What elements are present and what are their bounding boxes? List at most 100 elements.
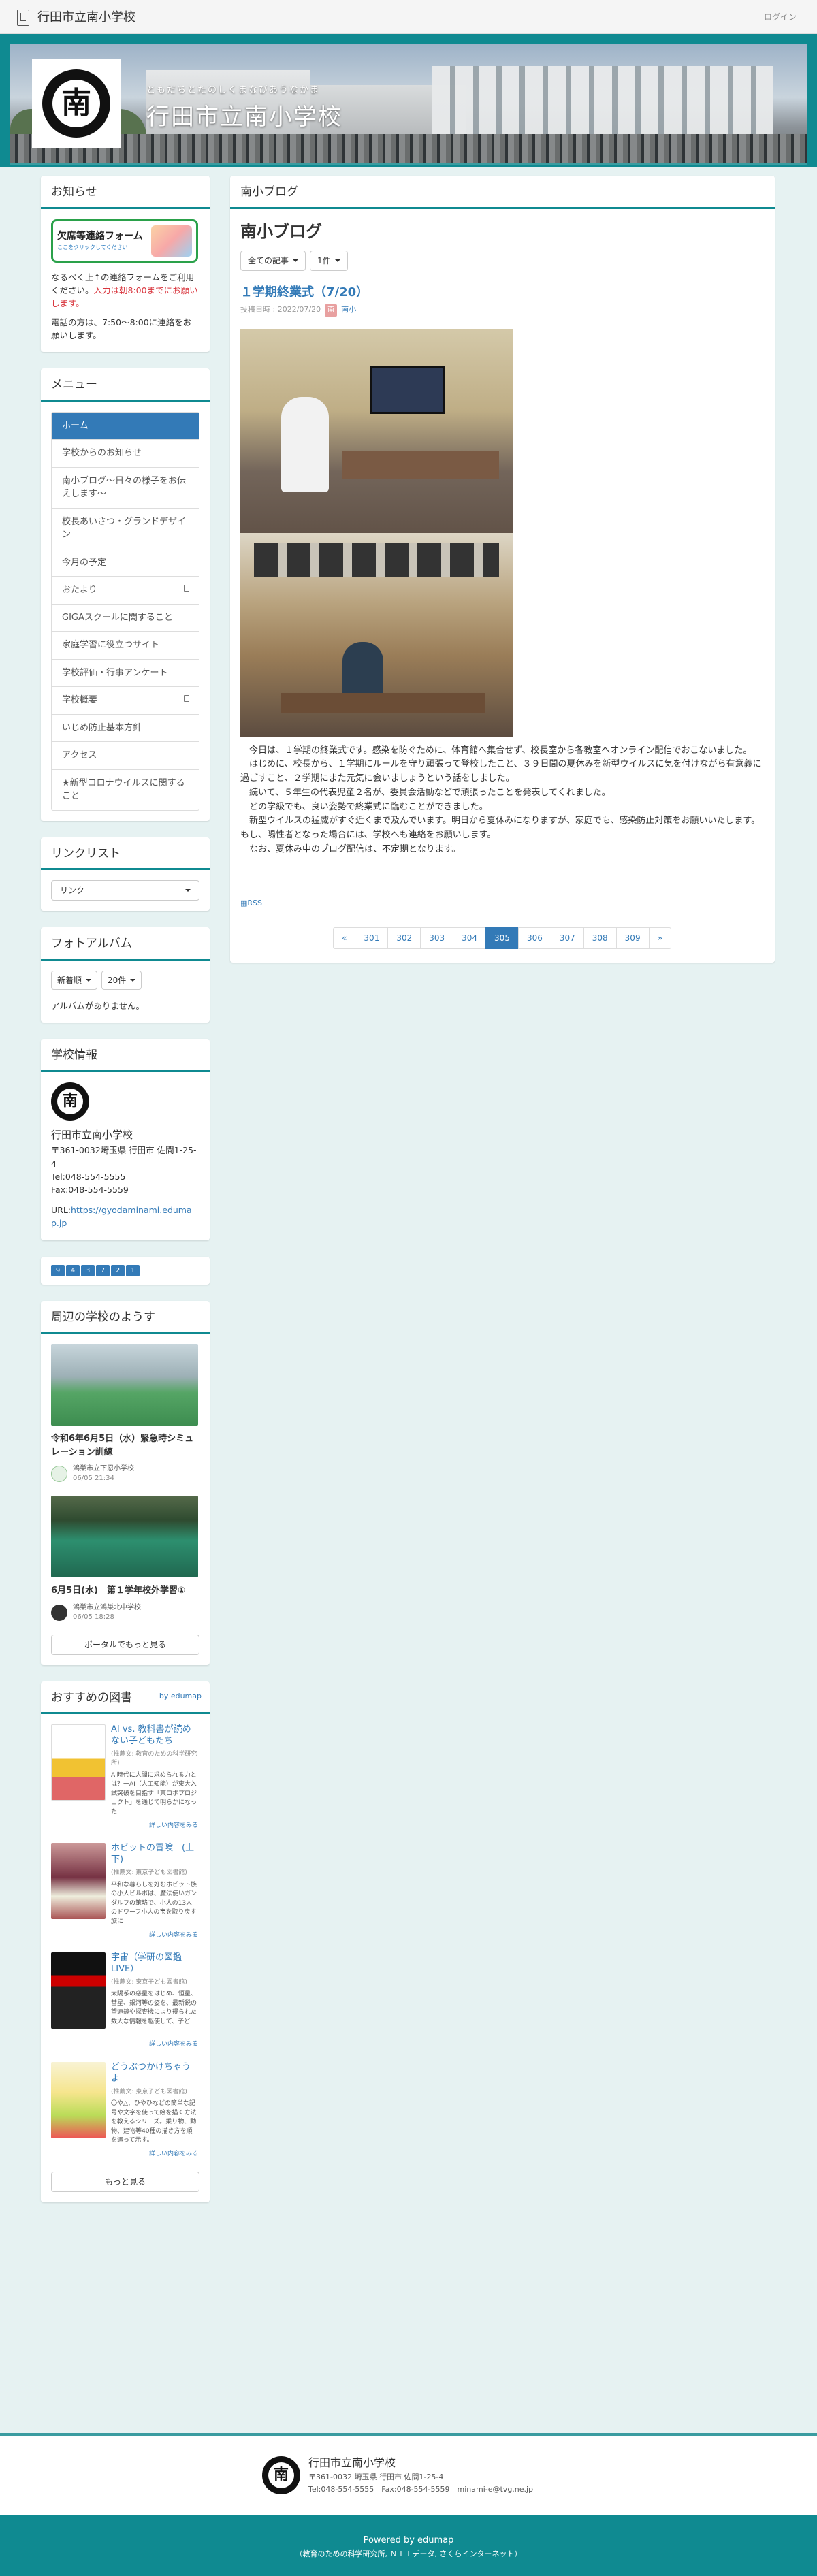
header-title[interactable]: 行田市立南小学校	[146, 100, 342, 135]
book-more-link[interactable]: 詳しい内容をみる	[111, 2150, 198, 2159]
rss-link[interactable]: ▦RSS	[240, 898, 765, 909]
entry-author[interactable]: 南小	[341, 304, 356, 316]
book-cover[interactable]	[51, 2061, 106, 2138]
book-description: 〇や△、ひやひなどの簡単な記号や文字を使って絵を描く方法を教えるシリーズ。乗り物…	[111, 2100, 197, 2144]
links-panel: リンクリスト リンク	[41, 837, 210, 912]
book-title[interactable]: ホビットの冒険 (上下)	[111, 1843, 198, 1866]
entry-paragraph: どの学級でも、良い姿勢で終業式に臨むことができました。	[249, 801, 488, 812]
menu-item-letters[interactable]: おたより	[52, 577, 199, 605]
counter-digit: 9	[51, 1264, 65, 1276]
pagination-page[interactable]: 307	[550, 927, 584, 950]
school-info-heading: 学校情報	[41, 1039, 210, 1072]
footer-address: 〒361-0032 埼玉県 行田市 佐間1-25-4	[308, 2473, 444, 2481]
login-link[interactable]: ログイン	[764, 11, 797, 23]
header-logo[interactable]: 南	[32, 59, 121, 148]
book-recommender: (推薦文: 東京子ども図書館)	[111, 2088, 187, 2095]
portal-item-title[interactable]: 令和6年6月5日（水）緊急時シミュレーション訓練	[51, 1432, 199, 1459]
children-illustration-icon	[151, 225, 192, 257]
portal-date: 06/05 21:34	[73, 1475, 114, 1482]
portal-item[interactable]: 6月5日(水) 第１学年校外学習① 鴻巣市立鴻巣北中学校 06/05 18:28	[51, 1496, 199, 1622]
chevron-down-icon	[293, 259, 299, 262]
menu-panel: メニュー ホーム 学校からのお知らせ 南小ブログ〜日々の様子をお伝えします〜 校…	[41, 368, 210, 821]
pagination-page[interactable]: 309	[615, 927, 650, 950]
menu-item-overview[interactable]: 学校概要	[52, 687, 199, 715]
powered-by-link[interactable]: Powered by edumap	[0, 2534, 817, 2547]
book-item: AI vs. 教科書が読めない子どもたち (推薦文: 教育のための科学研究所) …	[51, 1724, 199, 1831]
school-url-link[interactable]: https://gyodaminami.edumap.jp	[51, 1205, 192, 1228]
pagination-next[interactable]: »	[648, 927, 671, 950]
site-brand[interactable]: 行田市立南小学校	[17, 8, 135, 27]
absence-banner-title: 欠席等連絡フォーム	[57, 231, 143, 242]
pagination-page[interactable]: 306	[517, 927, 551, 950]
pagination-page[interactable]: 308	[583, 927, 617, 950]
entry-title[interactable]: １学期終業式（7/20）	[240, 283, 765, 302]
absence-form-banner[interactable]: 欠席等連絡フォーム ここをクリックしてください	[51, 219, 198, 263]
menu-item-principal[interactable]: 校長あいさつ・グランドデザイン	[52, 509, 199, 549]
school-name: 行田市立南小学校	[51, 1128, 133, 1141]
link-select[interactable]: リンク	[51, 880, 199, 901]
menu-item-evaluation[interactable]: 学校評価・行事アンケート	[52, 660, 199, 688]
book-title[interactable]: AI vs. 教科書が読めない子どもたち	[111, 1724, 198, 1748]
links-heading: リンクリスト	[41, 837, 210, 871]
header-hero-image: 南 ともだちとたのしくまなびあうなかま 行田市立南小学校	[10, 44, 807, 165]
menu-item-schedule[interactable]: 今月の予定	[52, 549, 199, 577]
pagination-page[interactable]: 304	[453, 927, 487, 950]
pagination-page[interactable]: 301	[355, 927, 389, 950]
menu-item-home-study[interactable]: 家庭学習に役立つサイト	[52, 632, 199, 660]
portal-item-title[interactable]: 6月5日(水) 第１学年校外学習①	[51, 1584, 199, 1598]
portal-more-button[interactable]: ポータルでもっと見る	[51, 1634, 199, 1655]
book-item: 宇宙（学研の図鑑LIVE） (推薦文: 東京子ども図書館) 太陽系の惑星をはじめ…	[51, 1952, 199, 2050]
footer-credits: Powered by edumap （教育のための科学研究所, ＮＴＴデータ, …	[0, 2515, 817, 2576]
menu-item-covid[interactable]: ★新型コロナウイルスに関すること	[52, 770, 199, 810]
menu-item-access[interactable]: アクセス	[52, 742, 199, 770]
category-filter-dropdown[interactable]: 全ての記事	[240, 250, 306, 271]
book-more-link[interactable]: 詳しい内容をみる	[111, 1931, 198, 1941]
count-filter-dropdown[interactable]: 1件	[310, 250, 348, 271]
book-cover[interactable]	[51, 1843, 106, 1920]
album-count-dropdown[interactable]: 20件	[101, 970, 142, 990]
pagination-page[interactable]: 302	[387, 927, 421, 950]
portal-school-name: 鴻巣市立鴻巣北中学校	[73, 1603, 141, 1611]
album-panel: フォトアルバム 新着順 20件 アルバムがありません。	[41, 927, 210, 1023]
school-emblem-icon	[51, 1466, 67, 1482]
portal-heading: 周辺の学校のようす	[41, 1301, 210, 1334]
portal-item[interactable]: 令和6年6月5日（水）緊急時シミュレーション訓練 鴻巣市立下忍小学校 06/05…	[51, 1344, 199, 1483]
blog-title: 南小ブログ	[240, 221, 322, 241]
menu-heading: メニュー	[41, 368, 210, 402]
notice-heading: お知らせ	[41, 176, 210, 209]
chevron-down-icon	[334, 259, 340, 262]
books-more-button[interactable]: もっと見る	[51, 2171, 199, 2192]
entry-paragraph: はじめに、校長から、１学期にルールを守り頑張って登校したこと、３９日間の夏休みを…	[240, 759, 762, 784]
book-title[interactable]: どうぶつかけちゃうよ	[111, 2062, 198, 2085]
menu-item-bullying[interactable]: いじめ防止基本方針	[52, 715, 199, 743]
menu-item-blog[interactable]: 南小ブログ〜日々の様子をお伝えします〜	[52, 468, 199, 509]
footer-contact: Tel:048-554-5555 Fax:048-554-5559 minami…	[308, 2484, 534, 2494]
books-heading: おすすめの図書 by edumap	[41, 1681, 210, 1714]
menu-item-home[interactable]: ホーム	[52, 412, 199, 440]
menu-item-giga[interactable]: GIGAスクールに関すること	[52, 605, 199, 632]
chevron-down-icon	[86, 978, 92, 982]
portal-thumbnail[interactable]	[51, 1496, 198, 1577]
absence-banner-sub: ここをクリックしてください	[57, 244, 128, 251]
school-emblem-icon	[51, 1604, 67, 1621]
album-sort-dropdown[interactable]: 新着順	[51, 970, 98, 990]
portal-date: 06/05 18:28	[73, 1613, 114, 1621]
footer: 南 行田市立南小学校 〒361-0032 埼玉県 行田市 佐間1-25-4 Te…	[0, 2433, 817, 2515]
book-cover[interactable]	[51, 1952, 106, 2029]
book-more-link[interactable]: 詳しい内容をみる	[111, 2040, 198, 2050]
site-name[interactable]: 行田市立南小学校	[37, 8, 135, 27]
portal-thumbnail[interactable]	[51, 1344, 198, 1426]
entry-paragraph: 続いて、５年生の代表児童２名が、委員会活動などで頑張ったことを発表してくれました…	[249, 787, 611, 798]
pagination-page[interactable]: 303	[420, 927, 454, 950]
book-title[interactable]: 宇宙（学研の図鑑LIVE）	[111, 1952, 198, 1976]
book-more-link[interactable]: 詳しい内容をみる	[111, 1822, 198, 1831]
pagination-prev[interactable]: «	[333, 927, 356, 950]
pagination-page-current[interactable]: 305	[485, 927, 519, 950]
sidebar: お知らせ 欠席等連絡フォーム ここをクリックしてください なるべく上↑の連絡フォ…	[41, 176, 210, 2219]
menu-item-news[interactable]: 学校からのお知らせ	[52, 440, 199, 468]
book-cover[interactable]	[51, 1724, 106, 1801]
edumap-credit[interactable]: by edumap	[159, 1691, 202, 1703]
book-recommender: (推薦文: 東京子ども図書館)	[111, 1978, 187, 1986]
header-subtitle: ともだちとたのしくまなびあうなかま	[146, 85, 321, 95]
ceremony-photo-principal	[240, 328, 513, 533]
